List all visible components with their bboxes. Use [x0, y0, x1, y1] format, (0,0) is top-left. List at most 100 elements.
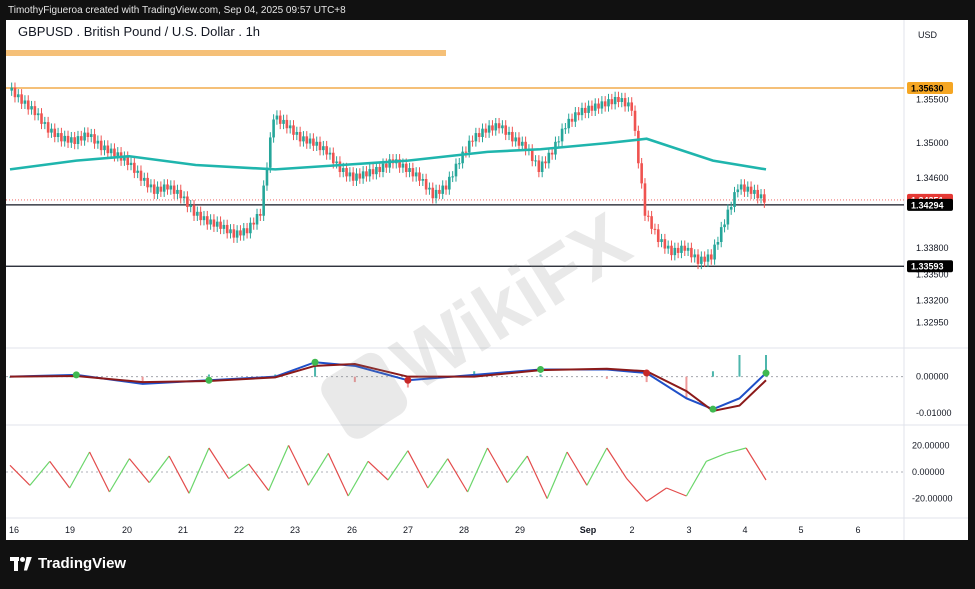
candle-body: [501, 125, 504, 129]
tradingview-logo-icon: [10, 556, 32, 571]
candle-body: [607, 99, 610, 107]
osc-segment: [447, 458, 469, 493]
candle-body: [129, 162, 133, 165]
candle-body: [142, 177, 146, 181]
candle-body: [620, 98, 624, 102]
candle-body: [99, 140, 103, 151]
osc-segment: [228, 463, 250, 480]
candle-body: [411, 168, 415, 177]
candle-body: [557, 141, 561, 143]
candle-body: [550, 152, 554, 155]
osc-segment: [407, 450, 429, 489]
candle-body: [418, 172, 421, 181]
cross-dot: [537, 365, 545, 373]
candle-body: [186, 196, 189, 207]
candle-body: [215, 221, 219, 227]
candle-body: [726, 209, 730, 225]
candle-body: [133, 162, 136, 173]
time-tick-label: 20: [122, 525, 132, 535]
candle-body: [255, 214, 259, 225]
price-tick-label: 1.35500: [916, 94, 949, 104]
candle-body: [172, 185, 176, 194]
candle-body: [759, 194, 763, 199]
osc-segment: [367, 460, 389, 481]
candle-body: [484, 128, 488, 133]
osc-segment: [467, 447, 489, 493]
candle-body: [716, 242, 720, 245]
candle-body: [50, 128, 53, 133]
candle-body: [507, 131, 511, 135]
osc-tick-label: -20.00000: [912, 494, 953, 504]
osc-segment: [586, 447, 608, 486]
candle-body: [219, 221, 222, 229]
candle-body: [103, 145, 106, 151]
candle-body: [53, 128, 57, 137]
candle-body: [162, 184, 166, 192]
candle-body: [73, 137, 76, 144]
candle-body: [733, 192, 736, 207]
osc-segment: [566, 451, 588, 486]
watermark: WikiFX: [321, 195, 645, 439]
time-tick-label: 22: [234, 525, 244, 535]
candle-body: [729, 207, 733, 210]
title-highlight: [6, 50, 446, 56]
candle-body: [663, 239, 667, 249]
candle-body: [13, 87, 17, 98]
chart-svg[interactable]: GBPUSD . British Pound / U.S. Dollar . 1…: [6, 20, 968, 540]
candle-body: [109, 148, 113, 154]
candle-body: [86, 132, 90, 137]
candle-body: [20, 94, 23, 104]
candle-body: [547, 152, 551, 164]
chart-area[interactable]: GBPUSD . British Pound / U.S. Dollar . 1…: [6, 20, 968, 540]
osc-segment: [307, 453, 329, 486]
candle-body: [491, 125, 494, 131]
candle-body: [212, 219, 216, 227]
candle-body: [623, 98, 627, 107]
candle-body: [288, 125, 292, 129]
osc-segment: [208, 447, 230, 479]
candle-body: [348, 172, 352, 177]
candle-body: [30, 106, 33, 110]
candle-body: [322, 146, 325, 151]
candle-body: [650, 216, 653, 229]
candle-body: [593, 103, 597, 111]
candle-body: [312, 138, 315, 146]
osc-segment: [387, 450, 409, 481]
candle-body: [66, 135, 70, 143]
candle-body: [637, 130, 640, 164]
candle-body: [365, 171, 368, 177]
time-tick-label: 3: [686, 525, 691, 535]
candle-body: [278, 115, 282, 124]
macd-histogram-bar: [711, 371, 714, 377]
osc-segment: [69, 451, 91, 489]
osc-segment: [188, 447, 210, 494]
candle-body: [481, 128, 484, 137]
macd-histogram-bar: [314, 365, 317, 377]
cross-dot: [709, 405, 717, 413]
candle-body: [83, 132, 86, 141]
price-tick-label: 1.35000: [916, 138, 949, 148]
candle-body: [245, 228, 249, 234]
candle-body: [613, 96, 617, 105]
macd-tick-label: 0.00000: [916, 372, 949, 382]
candle-body: [574, 112, 577, 122]
candle-body: [534, 160, 537, 162]
candle-body: [713, 244, 716, 260]
price-marker-label: 1.33593: [911, 262, 944, 272]
candle-body: [610, 99, 614, 105]
candle-body: [749, 186, 753, 194]
candle-body: [338, 161, 342, 172]
cross-dot: [72, 371, 80, 379]
candle-body: [693, 254, 697, 258]
candle-body: [434, 189, 438, 199]
candle-body: [474, 133, 478, 142]
candle-body: [202, 216, 206, 221]
candle-body: [113, 148, 116, 157]
time-tick-label: 2: [629, 525, 634, 535]
osc-segment: [148, 455, 170, 484]
candle-body: [560, 128, 564, 142]
candle-body: [33, 106, 37, 116]
price-series: [10, 82, 766, 270]
candle-body: [93, 134, 96, 144]
price-marker-label: 1.34294: [911, 200, 944, 210]
